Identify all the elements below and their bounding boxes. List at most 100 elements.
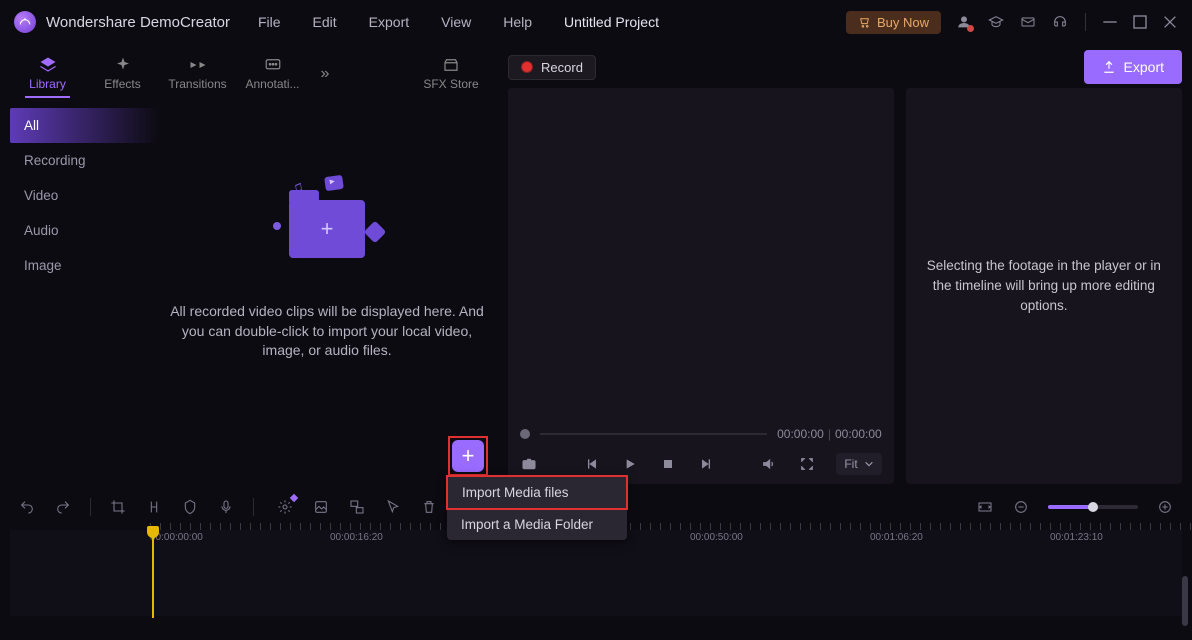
maximize-button[interactable] xyxy=(1132,14,1148,30)
tab-transitions[interactable]: Transitions xyxy=(160,50,235,98)
app-logo-icon xyxy=(14,11,36,33)
user-icon[interactable] xyxy=(955,13,973,31)
academy-icon[interactable] xyxy=(987,13,1005,31)
menu-file[interactable]: File xyxy=(258,14,281,30)
split-button[interactable] xyxy=(145,498,163,516)
annotations-icon xyxy=(264,57,282,73)
sidebar-image[interactable]: Image xyxy=(10,248,158,283)
menu-edit[interactable]: Edit xyxy=(313,14,337,30)
inspector-panel: Export Selecting the footage in the play… xyxy=(906,50,1182,484)
media-pane[interactable]: ♫ + All recorded video clips will be dis… xyxy=(158,98,496,484)
green-screen-button[interactable] xyxy=(312,498,330,516)
zoom-in-button[interactable] xyxy=(1156,498,1174,516)
menu-help[interactable]: Help xyxy=(503,14,532,30)
time-separator: | xyxy=(828,427,831,441)
library-sidebar: All Recording Video Audio Image xyxy=(10,98,158,484)
title-bar: Wondershare DemoCreator File Edit Export… xyxy=(0,0,1192,44)
sparkle-icon xyxy=(273,222,281,230)
prev-frame-button[interactable] xyxy=(583,455,601,473)
voiceover-button[interactable] xyxy=(217,498,235,516)
timecode: 00:00:00 | 00:00:00 xyxy=(777,427,882,441)
fit-select[interactable]: Fit xyxy=(836,453,881,475)
app-name: Wondershare DemoCreator xyxy=(46,14,230,31)
project-name[interactable]: Untitled Project xyxy=(564,14,659,30)
add-media-highlight: + xyxy=(448,436,488,476)
preview-box: 00:00:00 | 00:00:00 Fit xyxy=(508,88,894,484)
time-total: 00:00:00 xyxy=(835,427,882,441)
library-icon xyxy=(39,57,57,73)
export-label: Export xyxy=(1124,59,1164,75)
tab-sfx-store[interactable]: SFX Store xyxy=(406,50,496,98)
tabs-more-icon[interactable]: » xyxy=(310,65,340,83)
sidebar-video[interactable]: Video xyxy=(10,178,158,213)
tab-transitions-label: Transitions xyxy=(168,77,226,91)
preview-panel: Record 00:00:00 | 00:00:00 xyxy=(508,50,894,484)
tab-annotations-label: Annotati... xyxy=(245,77,299,91)
folder-icon: + xyxy=(289,200,365,258)
ctx-import-files[interactable]: Import Media files xyxy=(446,475,628,510)
record-bar: Record xyxy=(508,50,894,84)
buy-now-label: Buy Now xyxy=(877,15,929,30)
effects-icon xyxy=(114,57,132,73)
panel-tabs: Library Effects Transitions Annotati... … xyxy=(10,50,496,98)
tab-effects[interactable]: Effects xyxy=(85,50,160,98)
record-dot-icon xyxy=(521,61,533,73)
play-button[interactable] xyxy=(621,455,639,473)
empty-folder-graphic: ♫ + xyxy=(267,178,387,278)
preview-viewer[interactable] xyxy=(508,88,894,424)
mail-icon[interactable] xyxy=(1019,13,1037,31)
scrub-track[interactable] xyxy=(540,433,767,435)
marker-button[interactable] xyxy=(181,498,199,516)
fullscreen-icon[interactable] xyxy=(798,455,816,473)
inspector-text: Selecting the footage in the player or i… xyxy=(924,256,1164,317)
zoom-out-button[interactable] xyxy=(1012,498,1030,516)
sidebar-all[interactable]: All xyxy=(10,108,158,143)
time-current: 00:00:00 xyxy=(777,427,824,441)
menu-export[interactable]: Export xyxy=(369,14,409,30)
support-icon[interactable] xyxy=(1051,13,1069,31)
fit-label: Fit xyxy=(844,457,857,471)
timeline-scrollbar[interactable] xyxy=(1182,576,1188,626)
export-button[interactable]: Export xyxy=(1084,50,1182,84)
library-body: All Recording Video Audio Image ♫ + All … xyxy=(10,98,496,484)
tab-library[interactable]: Library xyxy=(10,50,85,98)
next-frame-button[interactable] xyxy=(697,455,715,473)
undo-button[interactable] xyxy=(18,498,36,516)
tab-sfx-label: SFX Store xyxy=(423,77,478,91)
minimize-button[interactable] xyxy=(1102,14,1118,30)
crop-button[interactable] xyxy=(109,498,127,516)
sidebar-audio[interactable]: Audio xyxy=(10,213,158,248)
pan-zoom-button[interactable] xyxy=(348,498,366,516)
zoom-thumb[interactable] xyxy=(1088,502,1098,512)
divider xyxy=(253,498,254,516)
record-label: Record xyxy=(541,60,583,75)
ctx-import-folder[interactable]: Import a Media Folder xyxy=(447,509,627,540)
redo-button[interactable] xyxy=(54,498,72,516)
speed-button[interactable] xyxy=(276,498,294,516)
cursor-button[interactable] xyxy=(384,498,402,516)
snapshot-icon[interactable] xyxy=(520,455,538,473)
scrub-row: 00:00:00 | 00:00:00 xyxy=(508,424,894,444)
diamond-icon xyxy=(364,221,387,244)
add-media-button[interactable]: + xyxy=(452,440,484,472)
divider xyxy=(1085,13,1086,31)
menu-view[interactable]: View xyxy=(441,14,471,30)
record-button[interactable]: Record xyxy=(508,55,596,80)
buy-now-button[interactable]: Buy Now xyxy=(846,11,941,34)
delete-button[interactable] xyxy=(420,498,438,516)
sidebar-recording[interactable]: Recording xyxy=(10,143,158,178)
main-area: Library Effects Transitions Annotati... … xyxy=(0,44,1192,484)
export-bar: Export xyxy=(906,50,1182,84)
scrub-handle[interactable] xyxy=(520,429,530,439)
timeline-tracks[interactable] xyxy=(10,554,1182,616)
stop-button[interactable] xyxy=(659,455,677,473)
fit-timwhat-button[interactable] xyxy=(976,498,994,516)
app-logo-wrap: Wondershare DemoCreator xyxy=(14,11,230,33)
volume-icon[interactable] xyxy=(760,455,778,473)
playhead[interactable] xyxy=(152,528,154,618)
close-button[interactable] xyxy=(1162,14,1178,30)
zoom-slider[interactable] xyxy=(1048,505,1138,509)
video-clip-icon xyxy=(324,175,344,191)
tab-annotations[interactable]: Annotati... xyxy=(235,50,310,98)
tab-library-label: Library xyxy=(29,77,66,91)
